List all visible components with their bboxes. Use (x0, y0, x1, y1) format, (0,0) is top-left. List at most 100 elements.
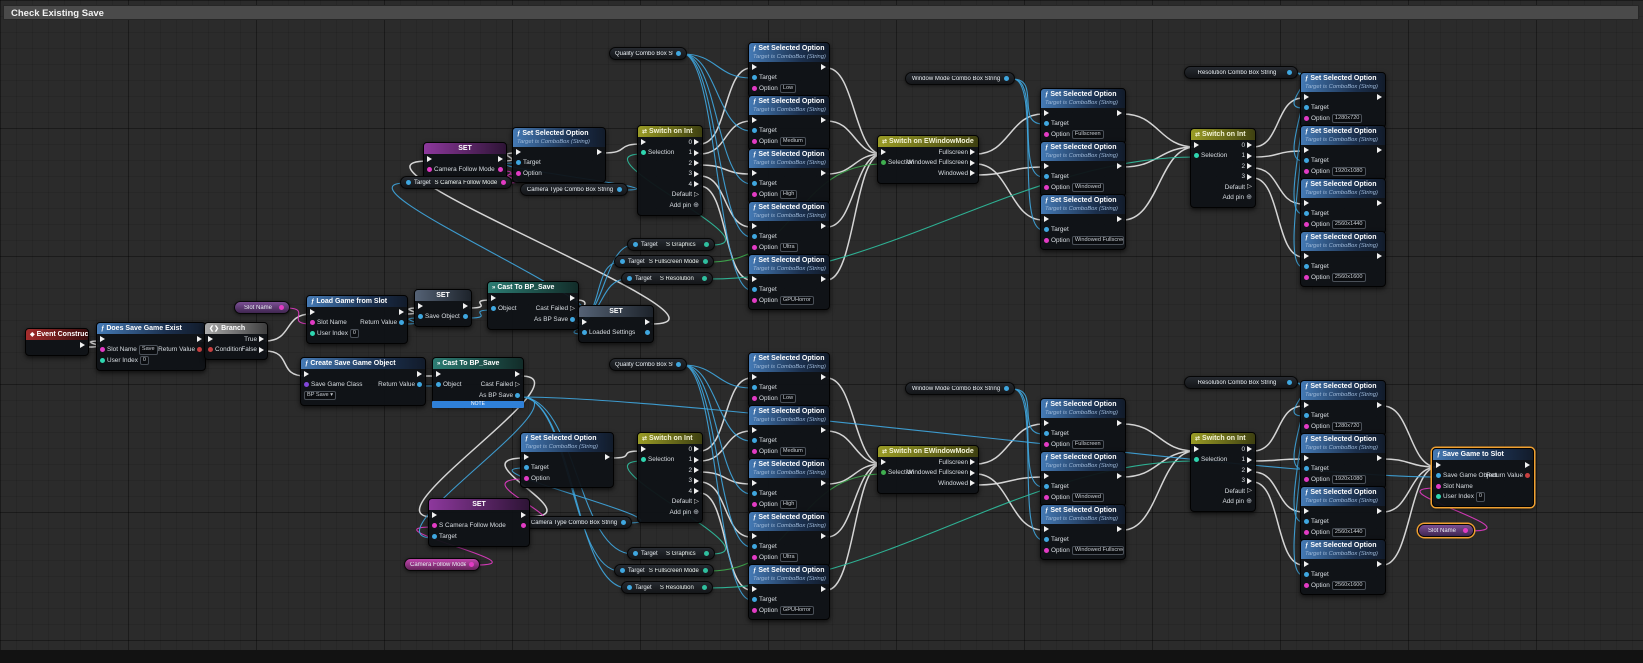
exec-pin[interactable] (752, 117, 757, 124)
exec-pin[interactable] (436, 371, 441, 378)
exec-pin[interactable] (1304, 94, 1309, 101)
option-value[interactable]: 1280x720 (1331, 113, 1363, 123)
option-value[interactable]: Windowed (1071, 182, 1104, 192)
cast-failed-pin[interactable]: ▷ (570, 305, 575, 312)
exec-pin[interactable] (752, 374, 757, 381)
option-row[interactable]: Option Ultra (749, 552, 801, 563)
default-pin[interactable]: ▷ (1247, 488, 1252, 495)
3-pin[interactable] (1247, 477, 1252, 484)
user-index-pin[interactable] (100, 357, 105, 363)
return-value-pin[interactable] (399, 320, 404, 326)
exec-row[interactable] (602, 452, 613, 463)
option-row[interactable]: Option 1280x720 (1301, 421, 1365, 432)
exec-pin[interactable] (1194, 446, 1199, 453)
1-pin[interactable] (1247, 152, 1252, 159)
default-row[interactable]: Default ▷ (666, 190, 702, 201)
sso-quality-ultra-bottom[interactable]: ƒ Set Selected Option Target is ComboBox (… (748, 511, 830, 567)
target-pin[interactable] (1044, 121, 1049, 127)
cast-failed-row[interactable]: Cast Failed ▷ (476, 380, 523, 391)
0-row[interactable]: 0 (1219, 444, 1255, 455)
exec-row[interactable] (642, 317, 653, 328)
output-pin[interactable] (676, 362, 681, 367)
exec-pin[interactable] (821, 223, 826, 230)
selection-pin[interactable] (641, 150, 646, 156)
return-value-row[interactable]: Return Value (1483, 471, 1533, 482)
exec-pin[interactable] (821, 586, 826, 593)
option-row[interactable]: Option 1920x1080 (1301, 474, 1369, 485)
target-row[interactable]: Target (749, 383, 799, 394)
option-pin[interactable] (1044, 441, 1049, 447)
3-row[interactable]: 3 (666, 476, 702, 487)
sso-quality-medium-bottom[interactable]: ƒ Set Selected Option Target is ComboBox (… (748, 405, 830, 461)
exec-row[interactable] (818, 274, 829, 285)
exec-pin[interactable] (597, 149, 602, 156)
exec-pin[interactable] (463, 303, 468, 310)
2-row[interactable]: 2 (666, 465, 702, 476)
target-row[interactable]: Target (1041, 482, 1107, 493)
target-pin[interactable] (752, 181, 757, 187)
1-pin[interactable] (694, 456, 699, 463)
exec-pin[interactable] (821, 276, 826, 283)
save-game-class-pin[interactable] (304, 382, 309, 388)
exec-row[interactable] (97, 334, 161, 345)
sso-windowmode-windowed-top[interactable]: ƒ Set Selected Option Target is ComboBox (… (1040, 141, 1126, 197)
target-s-fullscreen-mode-top[interactable]: Target S Fullscreen Mode (614, 255, 714, 268)
object-row[interactable]: Object (488, 304, 519, 315)
selection-pin[interactable] (641, 457, 646, 463)
exec-row[interactable] (77, 340, 88, 351)
exec-row[interactable] (307, 307, 362, 318)
option-row[interactable]: Option Fullscreen (1041, 129, 1107, 140)
exec-pin[interactable] (208, 336, 213, 343)
exec-row[interactable] (1374, 400, 1385, 411)
exec-pin[interactable] (752, 427, 757, 434)
sso-quality-gpuhorror-bottom[interactable]: ƒ Set Selected Option Target is ComboBox (… (748, 564, 830, 620)
target-row[interactable]: Target (749, 126, 809, 137)
target-row[interactable]: Target (1041, 119, 1107, 130)
exec-row[interactable] (579, 317, 638, 328)
target-pin[interactable] (752, 234, 757, 240)
exec-row[interactable] (1041, 471, 1107, 482)
2-row[interactable]: 2 (1219, 161, 1255, 172)
option-value[interactable]: 2560x1440 (1331, 219, 1366, 229)
save-object-row[interactable]: Save Object (415, 312, 463, 323)
option-row[interactable]: Option 1920x1080 (1301, 166, 1369, 177)
option-pin[interactable] (752, 85, 757, 91)
1-pin[interactable] (694, 149, 699, 156)
option-value[interactable]: Windowed (1071, 492, 1104, 502)
target-pin[interactable] (1304, 158, 1309, 164)
cast-failed-pin[interactable]: ▷ (515, 381, 520, 388)
loaded-settings-row[interactable]: Loaded Settings (579, 328, 638, 339)
does-save-game-exist[interactable]: ƒ Does Save Game Exist Slot Name Save User I… (96, 322, 206, 371)
as-bp-save-row[interactable]: As BP Save (531, 314, 578, 325)
exec-pin[interactable] (752, 480, 757, 487)
add-pin-pin[interactable]: ⊕ (1246, 498, 1252, 505)
1-row[interactable]: 1 (1219, 151, 1255, 162)
exec-row[interactable] (424, 154, 498, 165)
branch[interactable]: ❮❯ Branch Condition True False (204, 322, 268, 360)
target-row[interactable]: Target (1301, 209, 1369, 220)
target-row[interactable]: Target (1301, 103, 1365, 114)
return-value-row[interactable]: Return Value (375, 380, 425, 391)
sso-res-2560x1600-bottom[interactable]: ƒ Set Selected Option Target is ComboBox (… (1300, 539, 1386, 595)
sso-res-1920-top[interactable]: ƒ Set Selected Option Target is ComboBox (… (1300, 125, 1386, 181)
object-pin[interactable] (491, 306, 496, 312)
set-loaded-settings[interactable]: SET Loaded Settings (578, 305, 654, 343)
default-pin[interactable]: ▷ (694, 498, 699, 505)
output-pin[interactable] (1287, 70, 1292, 75)
option-value[interactable]: Fullscreen (1071, 129, 1104, 139)
camera-follow-mode-row[interactable]: Camera Follow Mode (424, 165, 498, 176)
exec-pin[interactable] (641, 139, 646, 146)
output-pin[interactable] (469, 562, 474, 567)
output-pin[interactable] (702, 276, 707, 281)
option-value[interactable]: Windowed Fullscreen (1071, 545, 1124, 555)
slot-name-pin[interactable] (310, 320, 315, 326)
user-index-value[interactable]: 0 (1475, 492, 1486, 502)
false-pin[interactable] (259, 346, 264, 353)
exec-row[interactable] (749, 372, 799, 383)
option-row[interactable]: Option (521, 473, 553, 484)
exec-pin[interactable] (1304, 455, 1309, 462)
return-value-pin[interactable] (1525, 473, 1530, 479)
exec-row[interactable] (415, 301, 463, 312)
windowed-pin[interactable] (970, 170, 975, 177)
option-value[interactable]: Ultra (779, 552, 798, 562)
